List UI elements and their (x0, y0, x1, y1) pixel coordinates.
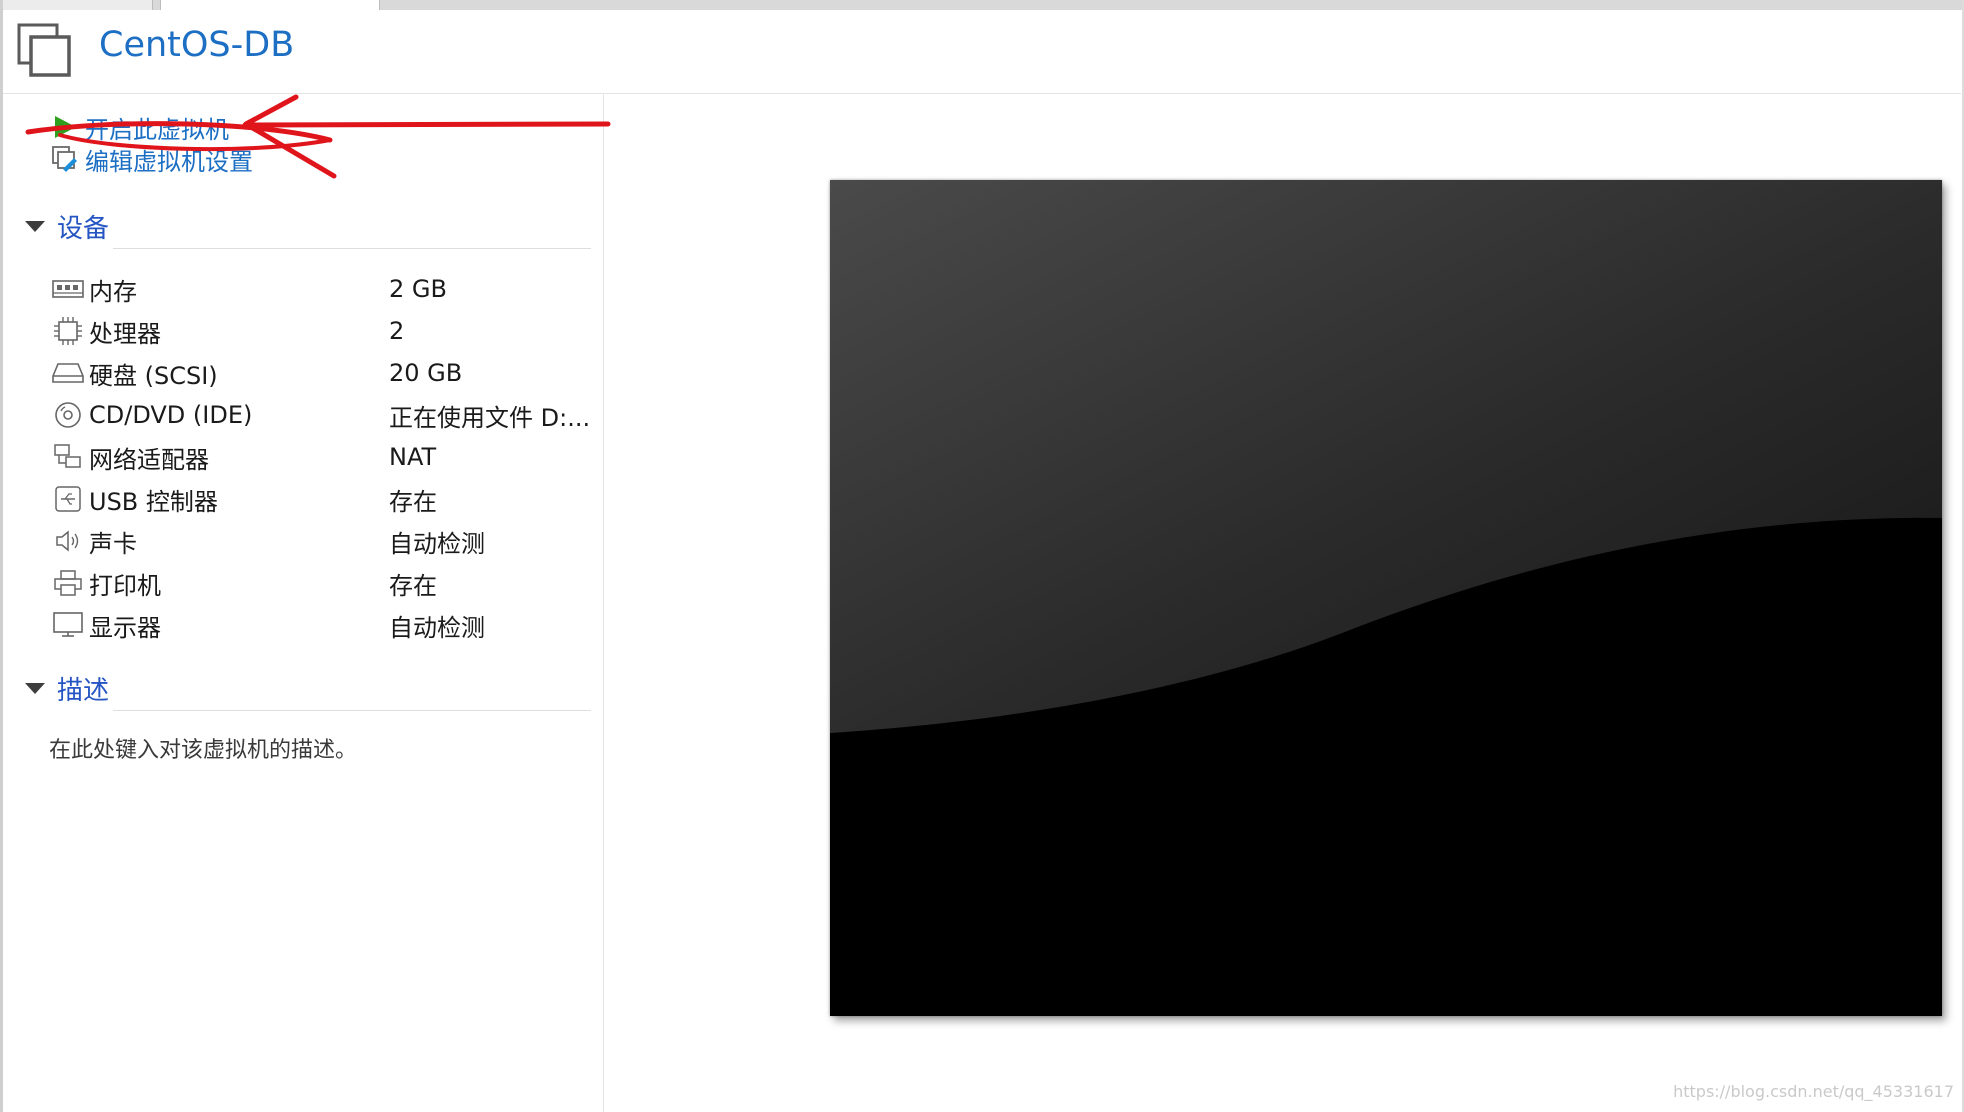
memory-icon (51, 274, 85, 304)
device-value: 20 GB (389, 359, 463, 387)
device-row-display[interactable]: 显示器 自动检测 (51, 608, 591, 642)
devices-heading: 设备 (57, 214, 110, 244)
device-name: 硬盘 (SCSI) (89, 361, 218, 390)
hard-disk-icon (51, 358, 85, 388)
network-adapter-icon (51, 442, 85, 472)
tab-strip (0, 0, 1964, 10)
device-row-sound[interactable]: 声卡 自动检测 (51, 524, 591, 558)
collapse-triangle-icon[interactable] (25, 221, 45, 232)
device-name: 内存 (89, 277, 137, 306)
section-divider (113, 248, 591, 249)
cd-dvd-icon (51, 400, 85, 430)
device-name: 声卡 (89, 529, 137, 558)
device-row-printer[interactable]: 打印机 存在 (51, 566, 591, 600)
description-field[interactable]: 在此处键入对该虚拟机的描述。 (49, 732, 357, 764)
device-value: 2 GB (389, 275, 447, 303)
vm-screen-preview[interactable] (830, 180, 1942, 1016)
device-value: 自动检测 (389, 613, 485, 642)
edit-settings-label: 编辑虚拟机设置 (85, 147, 253, 176)
device-row-network-adapter[interactable]: 网络适配器 NAT (51, 440, 591, 474)
settings-edit-icon (51, 145, 79, 173)
device-row-cd-dvd[interactable]: CD/DVD (IDE) 正在使用文件 D:... (51, 398, 591, 432)
usb-icon (51, 484, 85, 514)
description-section-header[interactable]: 描述 (25, 670, 109, 707)
device-name: 显示器 (89, 613, 161, 642)
device-name: 打印机 (89, 571, 161, 600)
vm-header: CentOS-DB (3, 10, 1961, 94)
device-value: 存在 (389, 487, 437, 516)
edit-settings-button[interactable]: 编辑虚拟机设置 (51, 142, 253, 176)
play-icon (51, 113, 79, 141)
device-name: CD/DVD (IDE) (89, 401, 253, 429)
virtual-machine-icon (17, 23, 71, 77)
tab-home[interactable] (0, 0, 153, 10)
device-name: 网络适配器 (89, 445, 209, 474)
device-name: USB 控制器 (89, 487, 218, 516)
tab-centos-db[interactable] (160, 0, 380, 10)
device-name: 处理器 (89, 319, 161, 348)
printer-icon (51, 568, 85, 598)
processor-icon (51, 316, 85, 346)
power-on-button[interactable]: 开启此虚拟机 (51, 110, 229, 144)
device-row-usb[interactable]: USB 控制器 存在 (51, 482, 591, 516)
device-value: 2 (389, 317, 405, 345)
section-divider (113, 710, 591, 711)
device-value: 自动检测 (389, 529, 485, 558)
device-row-processor[interactable]: 处理器 2 (51, 314, 591, 348)
device-value: 正在使用文件 D:... (389, 403, 591, 432)
page-title: CentOS-DB (99, 25, 295, 65)
watermark-text: https://blog.csdn.net/qq_45331617 (1673, 1082, 1954, 1101)
display-icon (51, 610, 85, 640)
description-heading: 描述 (57, 676, 110, 706)
device-row-memory[interactable]: 内存 2 GB (51, 272, 591, 306)
collapse-triangle-icon[interactable] (25, 683, 45, 694)
device-row-hard-disk[interactable]: 硬盘 (SCSI) 20 GB (51, 356, 591, 390)
power-on-label: 开启此虚拟机 (85, 115, 229, 144)
device-value: 存在 (389, 571, 437, 600)
preview-gloss-graphic (830, 180, 1942, 1016)
device-value: NAT (389, 443, 437, 471)
sound-icon (51, 526, 85, 556)
devices-section-header[interactable]: 设备 (25, 208, 109, 245)
vm-details-panel: 开启此虚拟机 编辑虚拟机设置 设备 内存 2 GB 处理器 2 硬盘 (SCSI… (3, 94, 604, 1112)
